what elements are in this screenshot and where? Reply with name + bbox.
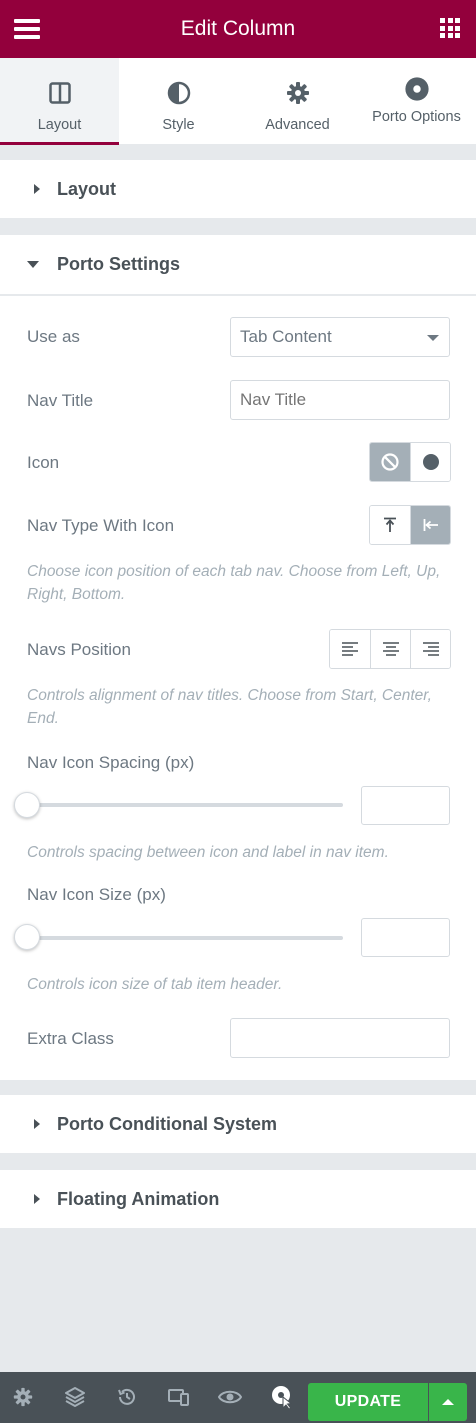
porto-studio-icon[interactable] [270, 1385, 294, 1409]
align-top-icon [384, 517, 396, 532]
nav-icon-size-label: Nav Icon Size (px) [27, 885, 166, 904]
align-end-button[interactable] [410, 630, 450, 668]
tab-style[interactable]: Style [119, 58, 238, 145]
circle-icon [422, 454, 439, 470]
tab-label: Layout [37, 117, 82, 133]
section-title: Layout [57, 178, 117, 199]
align-left-icon [423, 519, 438, 531]
use-as-value: Tab Content [240, 327, 332, 346]
section-porto-settings[interactable]: Porto Settings [0, 235, 476, 294]
icon-toggle [369, 442, 451, 482]
nav-icon-spacing-description: Controls spacing between icon and label … [27, 844, 389, 861]
navs-position-description: Controls alignment of nav titles. Choose… [27, 687, 432, 727]
update-options-button[interactable] [429, 1383, 467, 1421]
text-align-center-icon [382, 642, 399, 656]
columns-icon [47, 80, 73, 106]
nav-icon-size-description: Controls icon size of tab item header. [27, 976, 283, 993]
section-title: Porto Settings [57, 254, 181, 274]
icon-up-button[interactable] [370, 506, 410, 544]
caret-right-icon [34, 1194, 40, 1204]
responsive-icon[interactable] [167, 1385, 191, 1409]
panel-footer: UPDATE [0, 1372, 476, 1423]
align-start-button[interactable] [330, 630, 370, 668]
use-as-label: Use as [27, 327, 80, 346]
tab-advanced[interactable]: Advanced [238, 58, 357, 145]
layers-icon[interactable] [63, 1385, 87, 1409]
section-floating-animation[interactable]: Floating Animation [0, 1170, 476, 1228]
icon-left-button[interactable] [410, 506, 450, 544]
settings-gear-icon[interactable] [11, 1385, 35, 1409]
nav-icon-size-slider[interactable] [27, 936, 343, 940]
nav-title-input[interactable] [230, 380, 450, 420]
target-icon [404, 76, 430, 102]
nav-type-description: Choose icon position of each tab nav. Ch… [27, 563, 441, 603]
porto-settings-panel: Use as Tab Content Nav Title Icon Nav Ty… [0, 295, 476, 1080]
nav-icon-spacing-input[interactable] [361, 786, 450, 825]
nav-title-label: Nav Title [27, 391, 94, 410]
nav-icon-spacing-slider[interactable] [27, 803, 343, 807]
tab-label: Porto Options [372, 109, 461, 125]
page-title: Edit Column [180, 17, 296, 40]
panel-header: Edit Column [0, 0, 476, 58]
use-as-select[interactable]: Tab Content [230, 317, 450, 357]
menu-icon[interactable] [14, 18, 40, 40]
text-align-right-icon [422, 642, 439, 656]
text-align-left-icon [342, 642, 358, 656]
caret-right-icon [34, 1119, 40, 1129]
ban-icon [381, 453, 399, 471]
chevron-down-icon [427, 335, 439, 341]
history-icon[interactable] [115, 1385, 139, 1409]
section-title: Porto Conditional System [57, 1113, 278, 1134]
tab-label: Style [162, 117, 195, 133]
align-center-button[interactable] [370, 630, 410, 668]
caret-right-icon [34, 184, 40, 194]
panel-tabs: Layout Style Advanced Porto Options [0, 58, 476, 145]
update-button[interactable]: UPDATE [308, 1383, 428, 1421]
icon-choose-button[interactable] [410, 443, 450, 481]
navs-position-label: Navs Position [27, 640, 131, 659]
tab-label: Advanced [265, 117, 330, 133]
tab-layout[interactable]: Layout [0, 58, 119, 145]
icon-label: Icon [27, 453, 60, 472]
navs-position-toggle [329, 629, 451, 669]
slider-handle[interactable] [14, 924, 40, 950]
extra-class-input[interactable] [230, 1018, 450, 1058]
nav-type-label: Nav Type With Icon [27, 516, 175, 535]
gear-icon [285, 80, 311, 106]
eye-icon[interactable] [218, 1385, 242, 1409]
nav-type-toggle [369, 505, 451, 545]
nav-icon-size-input[interactable] [361, 918, 450, 957]
half-circle-icon [166, 80, 192, 106]
caret-down-icon [27, 261, 39, 268]
extra-class-label: Extra Class [27, 1029, 114, 1048]
slider-handle[interactable] [14, 792, 40, 818]
caret-up-icon [442, 1399, 454, 1405]
section-porto-conditional-system[interactable]: Porto Conditional System [0, 1095, 476, 1153]
widgets-grid-icon[interactable] [440, 18, 460, 38]
no-icon-button[interactable] [370, 443, 410, 481]
section-title: Floating Animation [57, 1188, 220, 1209]
section-layout[interactable]: Layout [0, 160, 476, 218]
nav-icon-spacing-label: Nav Icon Spacing (px) [27, 753, 195, 772]
tab-porto-options[interactable]: Porto Options [357, 58, 476, 145]
